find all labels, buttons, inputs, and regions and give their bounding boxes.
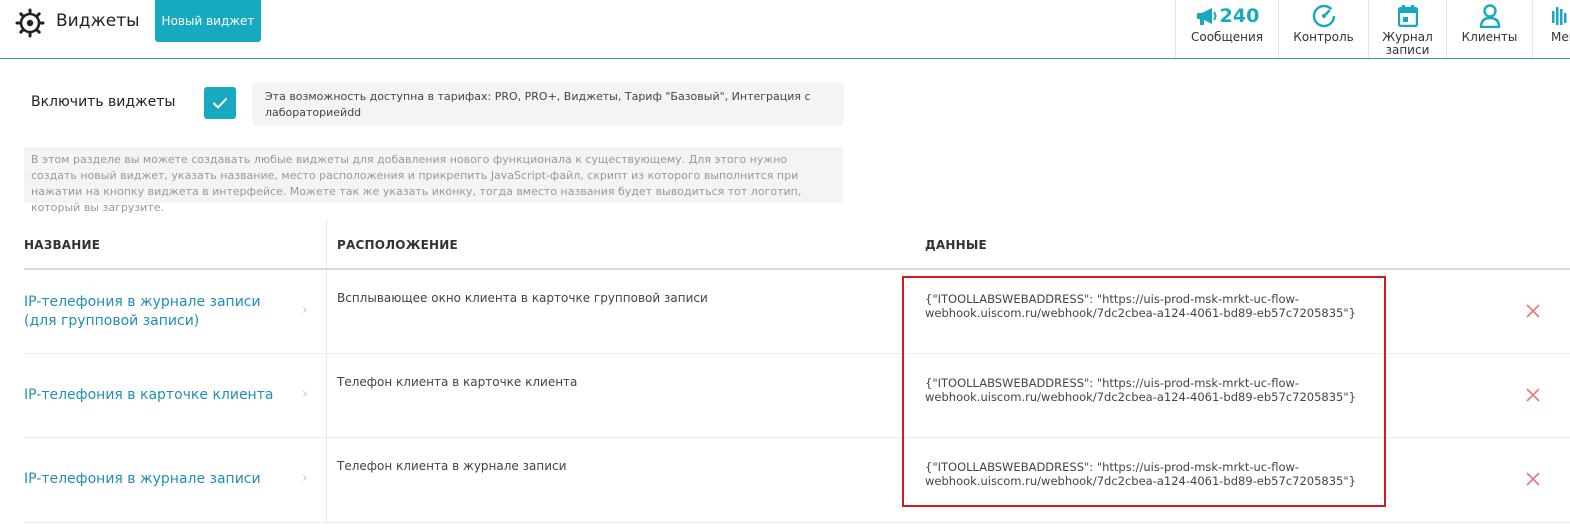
user-icon	[1479, 4, 1500, 28]
messages-count: 240	[1219, 5, 1260, 27]
nav-messages-label: Сообщения	[1190, 30, 1263, 44]
column-header-name[interactable]: НАЗВАНИЕ	[24, 238, 100, 252]
nav-menu-label: Мен	[1551, 30, 1570, 44]
column-header-location[interactable]: РАСПОЛОЖЕНИЕ	[337, 238, 458, 252]
widget-location: Всплывающее окно клиента в карточке груп…	[337, 291, 708, 305]
nav-clients-label: Клиенты	[1461, 30, 1518, 44]
widget-location: Телефон клиента в журнале записи	[337, 459, 567, 473]
delete-icon[interactable]	[1525, 471, 1541, 487]
column-header-data[interactable]: ДАННЫЕ	[925, 238, 987, 252]
tariff-note: Эта возможность доступна в тарифах: PRO,…	[252, 82, 844, 126]
nav-control-label: Контроль	[1293, 30, 1354, 44]
widget-location: Телефон клиента в карточке клиента	[337, 375, 578, 389]
speedometer-icon	[1312, 4, 1335, 28]
calendar-icon	[1397, 5, 1418, 27]
delete-icon[interactable]	[1525, 303, 1541, 319]
nav-clients[interactable]: Клиенты	[1446, 0, 1532, 58]
widget-name-link[interactable]: IP-телефония в карточке клиента	[24, 386, 273, 405]
nav-journal[interactable]: Журнал записи	[1368, 0, 1446, 58]
top-nav: 240 Сообщения Контроль Журнал записи Кли…	[1175, 0, 1570, 58]
bars-icon	[1552, 7, 1567, 25]
row-divider	[24, 522, 1570, 523]
megaphone-icon	[1196, 8, 1217, 25]
new-widget-button[interactable]: Новый виджет	[155, 0, 261, 42]
chevron-right-icon[interactable]: ›	[302, 470, 308, 486]
widget-name-link[interactable]: IP-телефония в журнале записи (для групп…	[24, 293, 261, 331]
enable-widgets-checkbox[interactable]	[204, 87, 236, 119]
chevron-right-icon[interactable]: ›	[302, 386, 308, 402]
nav-menu[interactable]: Мен	[1532, 0, 1570, 58]
top-bar: Виджеты Новый виджет 240 Сообщения Контр…	[0, 0, 1570, 59]
page-title: Виджеты	[56, 11, 140, 31]
chevron-right-icon[interactable]: ›	[302, 302, 308, 318]
check-icon	[212, 97, 228, 109]
enable-widgets-label: Включить виджеты	[31, 94, 176, 110]
nav-journal-label: Журнал записи	[1382, 30, 1433, 57]
nav-messages[interactable]: 240 Сообщения	[1175, 0, 1278, 58]
widget-name-link[interactable]: IP-телефония в журнале записи	[24, 470, 261, 489]
delete-icon[interactable]	[1525, 387, 1541, 403]
highlight-box	[902, 276, 1386, 507]
nav-control[interactable]: Контроль	[1278, 0, 1368, 58]
info-note: В этом разделе вы можете создавать любые…	[24, 147, 843, 214]
gear-icon[interactable]	[15, 8, 45, 38]
